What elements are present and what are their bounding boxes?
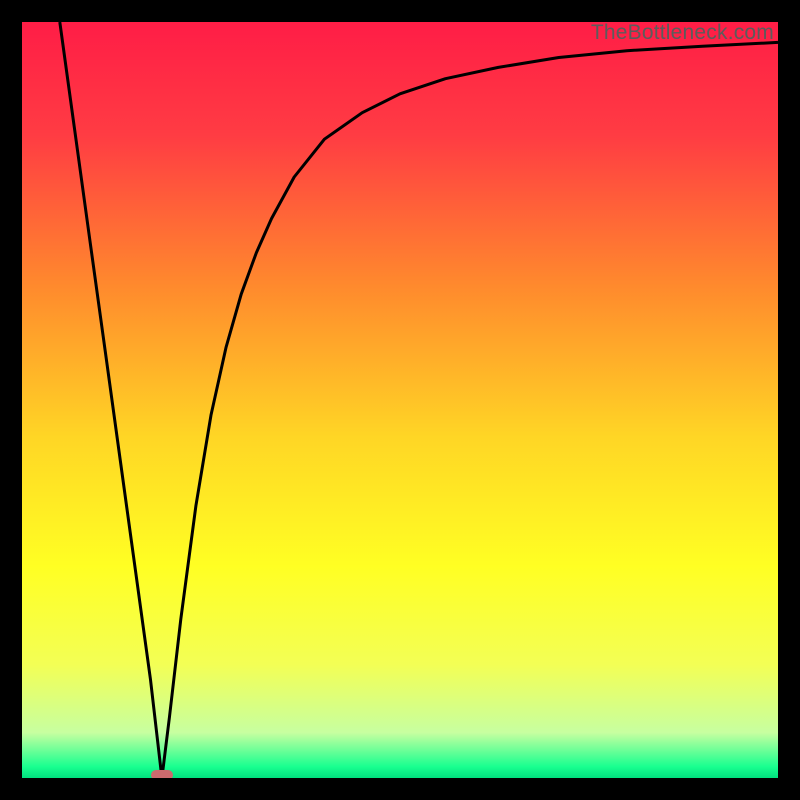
- bottleneck-curve: [22, 22, 778, 778]
- watermark-text: TheBottleneck.com: [591, 22, 774, 45]
- optimal-bump: [151, 770, 173, 778]
- chart-frame: TheBottleneck.com: [0, 0, 800, 800]
- plot-area: TheBottleneck.com: [22, 22, 778, 778]
